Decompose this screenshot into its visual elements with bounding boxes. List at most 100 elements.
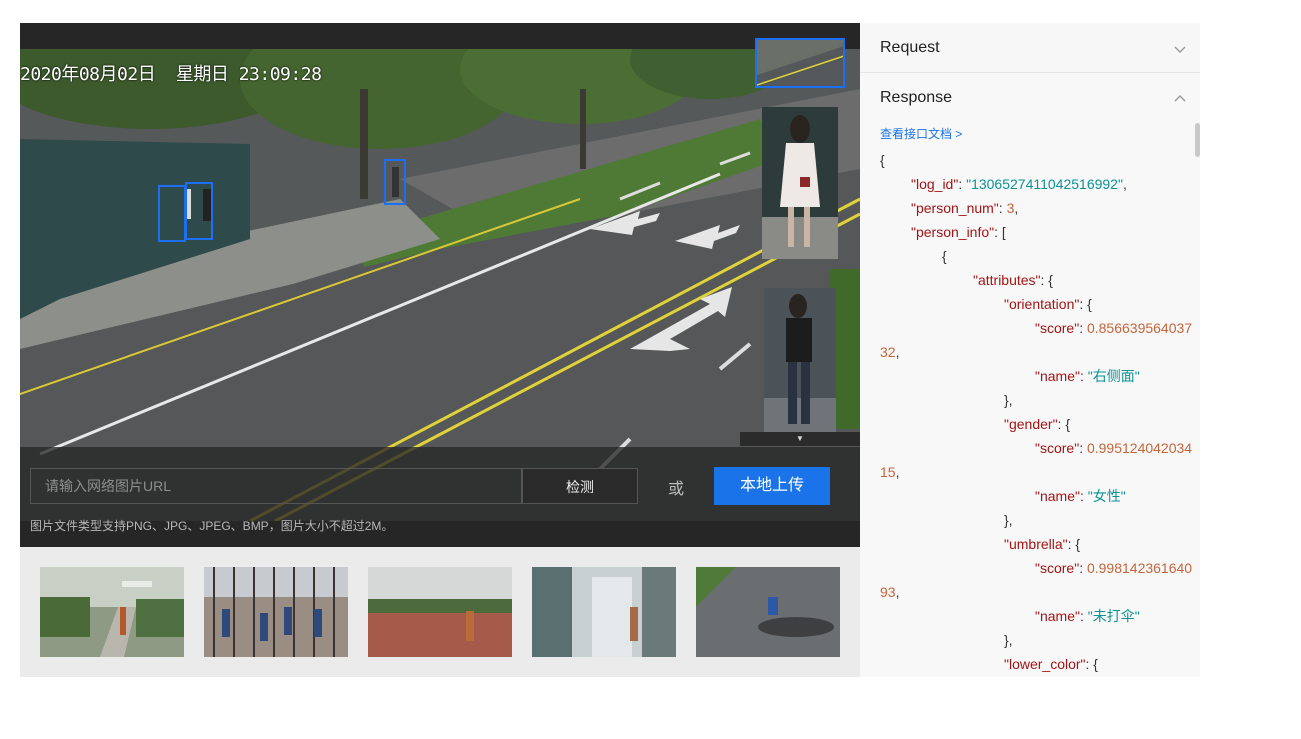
- request-accordion[interactable]: Request: [860, 23, 1200, 73]
- demo-panel: 2020年08月02日 星期日 23:09:28 ▼ 检测 或 本地上传 图片文…: [20, 23, 860, 677]
- json-punct: : {: [1057, 416, 1071, 432]
- json-punct: :: [998, 200, 1007, 216]
- json-key: "name": [1035, 608, 1080, 624]
- json-punct: },: [1004, 392, 1013, 408]
- json-line: "umbrella": {: [880, 532, 1194, 556]
- timestamp-overlay: 2020年08月02日 星期日 23:09:28: [20, 64, 322, 85]
- response-scrollbar[interactable]: [1195, 123, 1200, 157]
- json-string: "右侧面": [1087, 368, 1140, 384]
- json-line: },: [880, 508, 1194, 532]
- chevron-down-icon[interactable]: ▼: [740, 432, 860, 446]
- or-separator: 或: [668, 481, 685, 498]
- json-line: "lower_color": {: [880, 652, 1194, 676]
- json-number: 0.995124042034: [1086, 440, 1193, 456]
- json-key: "orientation": [1004, 296, 1080, 312]
- json-line: "score": 0.998142361640: [880, 556, 1194, 580]
- json-line: 15,: [880, 460, 1194, 484]
- json-key: "name": [1035, 368, 1080, 384]
- json-punct: :: [1079, 320, 1087, 336]
- json-punct: ,: [895, 344, 900, 360]
- json-key: "lower_color": [1004, 656, 1086, 672]
- json-line: },: [880, 628, 1194, 652]
- json-line: "name": "右侧面": [880, 364, 1194, 388]
- json-punct: ,: [895, 584, 900, 600]
- json-punct: :: [1079, 368, 1088, 384]
- json-punct: :: [1079, 608, 1088, 624]
- json-punct: : {: [1085, 656, 1098, 672]
- json-line: "score": 0.856639564037: [880, 316, 1194, 340]
- json-key: "umbrella": [1004, 536, 1068, 552]
- json-line: "orientation": {: [880, 292, 1194, 316]
- json-number: 0.856639564037: [1086, 320, 1193, 336]
- detect-button[interactable]: 检测: [522, 468, 638, 504]
- api-panel: Request Response 查看接口文档 > { "log_id": "13…: [860, 23, 1200, 677]
- request-label: Request: [880, 39, 940, 56]
- json-punct: :: [1079, 560, 1087, 576]
- json-line: "name": "未打伞": [880, 604, 1194, 628]
- chevron-up-icon: [1174, 73, 1186, 123]
- json-line: "person_info": [: [880, 220, 1194, 244]
- file-type-hint: 图片文件类型支持PNG、JPG、JPEG、BMP，图片大小不超过2M。: [30, 519, 394, 533]
- json-punct: :: [958, 176, 967, 192]
- json-key: "person_num": [911, 200, 999, 216]
- json-number: 32: [880, 344, 896, 360]
- json-line: {: [880, 148, 1194, 172]
- upload-bar: 检测 或 本地上传 图片文件类型支持PNG、JPG、JPEG、BMP，图片大小不…: [20, 447, 860, 547]
- json-string: "未打伞": [1087, 608, 1140, 624]
- json-key: "score": [1035, 440, 1080, 456]
- json-punct: :: [1079, 488, 1088, 504]
- person-box-2[interactable]: [185, 182, 213, 240]
- json-punct: {: [942, 248, 947, 264]
- sample-image-5[interactable]: [696, 567, 840, 657]
- json-line: "log_id": "1306527411042516992",: [880, 172, 1194, 196]
- json-punct: : {: [1067, 536, 1081, 552]
- json-number: 0.998142361640: [1086, 560, 1193, 576]
- json-line: 93,: [880, 580, 1194, 604]
- json-line: {: [880, 244, 1194, 268]
- json-punct: ,: [1122, 176, 1127, 192]
- json-number: 93: [880, 584, 896, 600]
- json-key: "log_id": [911, 176, 959, 192]
- sample-image-1[interactable]: [40, 567, 184, 657]
- json-key: "name": [1035, 488, 1080, 504]
- json-punct: : [: [994, 224, 1006, 240]
- crop-thumbnail-person-2[interactable]: [764, 288, 836, 438]
- chevron-down-icon: [1174, 23, 1186, 73]
- json-line: "attributes": {: [880, 268, 1194, 292]
- json-key: "person_info": [911, 224, 995, 240]
- local-upload-button[interactable]: 本地上传: [714, 467, 830, 505]
- crop-thumbnail-person-1[interactable]: [762, 107, 838, 259]
- response-label: Response: [880, 89, 953, 106]
- response-json: {"log_id": "1306527411042516992", "person…: [880, 148, 1194, 676]
- image-url-input[interactable]: [30, 468, 522, 504]
- json-punct: ,: [895, 464, 900, 480]
- json-punct: : {: [1040, 272, 1053, 288]
- sample-images-strip: [20, 547, 860, 677]
- json-string: "女性": [1087, 488, 1126, 504]
- json-punct: {: [880, 152, 885, 168]
- json-line: 32,: [880, 340, 1194, 364]
- json-punct: ,: [1014, 200, 1019, 216]
- response-accordion[interactable]: Response: [860, 73, 1200, 123]
- json-line: "person_num": 3,: [880, 196, 1194, 220]
- json-line: "score": 0.995124042034: [880, 436, 1194, 460]
- json-key: "gender": [1004, 416, 1058, 432]
- person-box-3[interactable]: [384, 159, 406, 205]
- sample-image-2[interactable]: [204, 567, 348, 657]
- json-punct: : {: [1079, 296, 1092, 312]
- person-box-1[interactable]: [158, 185, 186, 242]
- json-line: "gender": {: [880, 412, 1194, 436]
- crop-thumbnail-scene[interactable]: [755, 38, 845, 88]
- json-key: "score": [1035, 320, 1080, 336]
- sample-image-3[interactable]: [368, 567, 512, 657]
- api-doc-link[interactable]: 查看接口文档 >: [880, 125, 962, 142]
- json-string: "1306527411042516992": [966, 176, 1123, 192]
- json-punct: },: [1004, 632, 1013, 648]
- json-line: },: [880, 388, 1194, 412]
- json-key: "attributes": [973, 272, 1041, 288]
- json-punct: },: [1004, 512, 1013, 528]
- image-viewer: 2020年08月02日 星期日 23:09:28 ▼ 检测 或 本地上传 图片文…: [20, 23, 860, 547]
- sample-image-4[interactable]: [532, 567, 676, 657]
- json-punct: :: [1079, 440, 1087, 456]
- json-line: "name": "女性": [880, 484, 1194, 508]
